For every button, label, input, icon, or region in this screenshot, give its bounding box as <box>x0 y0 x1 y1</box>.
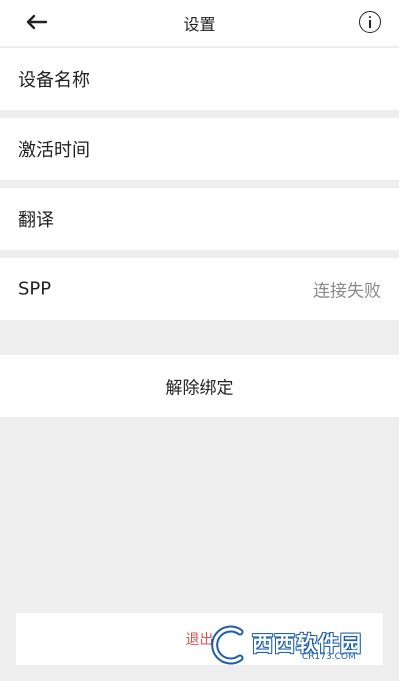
unbind-button-label: 解除绑定 <box>165 378 234 399</box>
settings-row-spp[interactable]: SPP 连接失败 <box>0 258 399 320</box>
spp-status-value: 连接失败 <box>313 281 381 302</box>
unbind-button[interactable]: 解除绑定 <box>0 355 399 417</box>
settings-row-label: 翻译 <box>18 210 54 231</box>
info-circle-icon <box>368 15 371 18</box>
settings-row-label: 设备名称 <box>18 70 90 91</box>
page-title: 设置 <box>183 15 216 34</box>
info-icon-bar <box>368 20 371 28</box>
logout-button-label: 退出 <box>185 632 214 648</box>
settings-row-activation-time[interactable]: 激活时间 <box>0 118 399 180</box>
settings-row-label: SPP <box>18 278 52 300</box>
info-button[interactable] <box>359 11 381 33</box>
settings-row-label: 激活时间 <box>18 140 90 161</box>
settings-row-translate[interactable]: 翻译 <box>0 188 399 250</box>
logout-button[interactable]: 退出 <box>16 613 383 665</box>
app-header: 设置 <box>0 0 399 46</box>
settings-row-device-name[interactable]: 设备名称 <box>0 48 399 110</box>
